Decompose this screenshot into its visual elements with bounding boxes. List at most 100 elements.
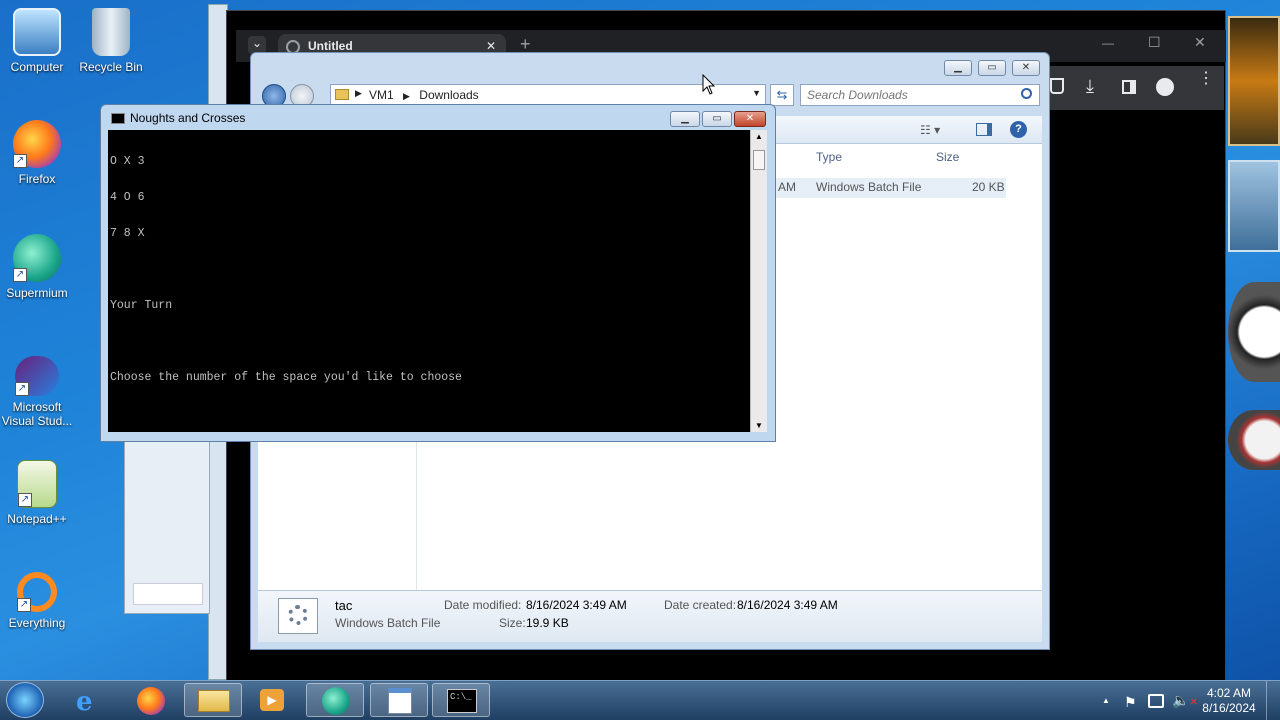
search-input[interactable]: Search Downloads <box>800 84 1040 106</box>
console-scrollbar[interactable]: ▲ ▼ <box>750 130 767 432</box>
console-maximize-button[interactable]: ▭ <box>702 111 732 127</box>
taskbar-internet-explorer[interactable]: e <box>62 683 120 717</box>
console-line: Your Turn <box>110 299 173 312</box>
breadcrumb-downloads[interactable]: Downloads <box>419 88 478 102</box>
details-size: 19.9 KB <box>526 616 569 630</box>
console-line: 4 O 6 <box>110 191 145 204</box>
tray-arrow-icon[interactable]: ▲ <box>1102 696 1110 705</box>
preview-pane-icon[interactable] <box>976 123 992 136</box>
download-icon[interactable]: ⤓ <box>1086 76 1094 97</box>
show-desktop-button[interactable] <box>1266 681 1280 720</box>
media-player-icon: ▶ <box>260 689 284 711</box>
desktop-icon-everything[interactable]: ↗ Everything <box>0 572 74 630</box>
start-orb-icon[interactable] <box>6 682 44 718</box>
file-row-type: Windows Batch File <box>816 180 922 194</box>
taskbar-supermium[interactable] <box>306 683 364 717</box>
console-line: O X 3 <box>110 155 145 168</box>
refresh-button[interactable]: ⇆ <box>770 84 794 106</box>
console-line: Choose the number of the space you'd lik… <box>110 371 462 384</box>
browser-minimize-button[interactable]: — <box>1102 36 1114 50</box>
folder-icon <box>198 690 230 712</box>
details-date-created: 8/16/2024 3:49 AM <box>737 598 838 612</box>
explorer-close-button[interactable]: ✕ <box>1012 60 1040 76</box>
details-size-label: Size: <box>499 616 526 630</box>
desktop-icon-label: Computer <box>10 60 64 74</box>
address-dropdown-icon[interactable]: ▼ <box>752 88 761 98</box>
file-row-time: AM <box>778 180 796 194</box>
profile-icon[interactable] <box>1156 78 1174 96</box>
explorer-minimize-button[interactable]: ▁ <box>944 60 972 76</box>
desktop-icon-supermium[interactable]: ↗ Supermium <box>0 234 74 300</box>
side-panel-icon[interactable] <box>1122 80 1136 94</box>
view-options-icon[interactable]: ☷ ▾ <box>920 123 940 137</box>
browser-close-button[interactable]: ✕ <box>1194 34 1206 51</box>
help-icon[interactable]: ? <box>1010 121 1027 138</box>
extension-flask-icon[interactable] <box>1050 78 1064 94</box>
clock-gadget <box>1228 282 1280 382</box>
scroll-down-icon[interactable]: ▼ <box>755 421 763 430</box>
tab-close-icon[interactable]: ✕ <box>486 39 496 53</box>
search-icon[interactable] <box>1021 88 1032 99</box>
details-file-name: tac <box>335 598 353 613</box>
taskbar-file-explorer[interactable] <box>184 683 242 717</box>
action-center-flag-icon[interactable]: ⚑ <box>1124 694 1137 711</box>
navigation-pane-divider <box>416 434 417 590</box>
desktop-icon-label: Firefox <box>18 172 56 186</box>
desktop-icon-label: Microsoft Visual Stud... <box>1 400 73 428</box>
network-icon[interactable] <box>1148 694 1164 708</box>
desktop-icon-computer[interactable]: Computer <box>0 8 74 74</box>
browser-toolbar: ⤓ ⋮ <box>1048 66 1224 110</box>
browser-maximize-button[interactable]: ☐ <box>1148 34 1161 51</box>
clock-time: 4:02 AM <box>1206 686 1252 700</box>
firefox-icon: ↗ <box>13 120 61 168</box>
console-line: 7 8 X <box>110 227 145 240</box>
desktop-icon-visual-studio[interactable]: ↗ Microsoft Visual Stud... <box>0 356 74 428</box>
supermium-icon: ↗ <box>13 234 61 282</box>
console-minimize-button[interactable]: ▁ <box>670 111 700 127</box>
scroll-thumb[interactable] <box>753 150 765 170</box>
address-bar[interactable]: ▶ VM1 ▶ Downloads ▼ <box>330 84 766 106</box>
volume-muted-icon[interactable]: 🔈✕ <box>1172 692 1198 709</box>
shortcut-arrow-icon: ↗ <box>15 382 29 396</box>
desktop-icon-label: Recycle Bin <box>79 60 143 74</box>
recycle-bin-icon <box>92 8 130 56</box>
shortcut-arrow-icon: ↗ <box>17 598 31 612</box>
column-header-size[interactable]: Size <box>936 150 959 164</box>
file-row-size: 20 KB <box>972 180 1005 194</box>
tray-clock[interactable]: 4:02 AM 8/16/2024 <box>1196 686 1262 716</box>
breadcrumb-sep-icon: ▶ <box>355 88 362 98</box>
folder-icon <box>335 89 349 100</box>
breadcrumb-sep-icon: ▶ <box>403 91 410 101</box>
taskbar-media-player[interactable]: ▶ <box>244 683 302 717</box>
breadcrumb-vm1[interactable]: VM1 <box>369 88 394 102</box>
desktop-icon-notepadpp[interactable]: ↗ Notepad++ <box>0 460 74 526</box>
desktop-icon-label: Everything <box>8 616 66 630</box>
taskbar-notepad[interactable] <box>370 683 428 717</box>
menu-icon[interactable]: ⋮ <box>1198 71 1214 87</box>
slideshow-gadget <box>1228 160 1280 252</box>
photo-gadget <box>1228 16 1280 146</box>
desktop-icon-recycle-bin[interactable]: Recycle Bin <box>74 8 148 74</box>
explorer-maximize-button[interactable]: ▭ <box>978 60 1006 76</box>
console-output[interactable]: O X 3 4 O 6 7 8 X Your Turn Choose the n… <box>108 130 750 432</box>
console-title: Noughts and Crosses <box>130 111 246 125</box>
column-header-type[interactable]: Type <box>816 150 842 164</box>
visual-studio-icon: ↗ <box>15 356 59 396</box>
cpu-meter-gadget <box>1228 410 1280 470</box>
desktop-icon-firefox[interactable]: ↗ Firefox <box>0 120 74 186</box>
background-window-field <box>133 583 203 605</box>
shortcut-arrow-icon: ↗ <box>18 493 32 507</box>
firefox-icon <box>137 687 165 715</box>
shortcut-arrow-icon: ↗ <box>13 268 27 282</box>
console-close-button[interactable]: ✕ <box>734 111 766 127</box>
computer-icon <box>13 8 61 56</box>
background-window-fragment <box>124 438 210 614</box>
taskbar-command-prompt[interactable]: C:\_ <box>432 683 490 717</box>
scroll-up-icon[interactable]: ▲ <box>755 132 763 141</box>
taskbar-firefox[interactable] <box>122 683 180 717</box>
everything-icon: ↗ <box>17 572 57 612</box>
mouse-cursor-icon <box>702 74 716 95</box>
internet-explorer-icon: e <box>76 687 93 717</box>
